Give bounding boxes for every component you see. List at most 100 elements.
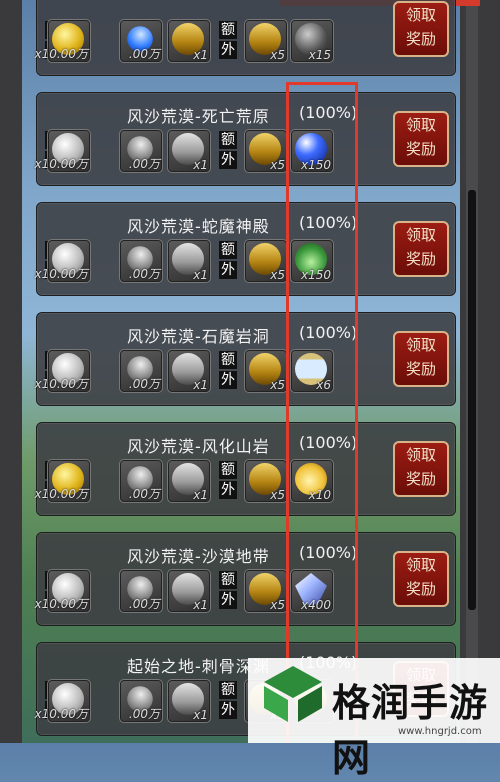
- card-title: 风沙荒漠-沙漠地带: [127, 547, 270, 566]
- reward-card: 风沙荒漠-死亡荒原(100%)基础额外x10.00万.00万x1x5x150领取…: [35, 92, 456, 186]
- extra-label-top: 额: [219, 21, 237, 39]
- reward-quantity: x5: [270, 268, 285, 282]
- reward-quantity: x1: [193, 158, 208, 172]
- claim-label-bottom: 奖励: [405, 140, 436, 158]
- reward-slot[interactable]: x5: [244, 129, 288, 173]
- reward-quantity: .00万: [128, 267, 160, 281]
- card-title: 风沙荒漠-死亡荒原: [127, 107, 270, 126]
- reward-quantity: x5: [270, 598, 285, 612]
- reward-quantity: .00万: [128, 487, 160, 501]
- reward-card: 风沙荒漠-风化山岩(100%)基础额外x10.00万.00万x1x5x10领取奖…: [35, 422, 456, 516]
- reward-quantity: x5: [270, 378, 285, 392]
- reward-slot[interactable]: x10.00万: [35, 459, 91, 503]
- card-title: 风沙荒漠-石魔岩洞: [127, 327, 270, 346]
- claim-label-bottom: 奖励: [405, 30, 436, 48]
- highlight-box: [286, 82, 358, 743]
- reward-slot[interactable]: x1: [167, 459, 211, 503]
- reward-quantity: x10.00万: [34, 157, 88, 171]
- reward-slot[interactable]: x1: [167, 569, 211, 613]
- reward-slot[interactable]: .00万: [119, 459, 163, 503]
- reward-quantity: .00万: [128, 597, 160, 611]
- reward-slot[interactable]: x10.00万: [35, 679, 91, 723]
- reward-card: 基础额外x10.00万.00万x1x5x15领取奖励: [35, 0, 456, 76]
- extra-label-top: 额: [219, 351, 237, 369]
- reward-quantity: x10.00万: [34, 267, 88, 281]
- reward-quantity: x5: [270, 48, 285, 62]
- reward-quantity: x10.00万: [34, 707, 88, 721]
- reward-slot[interactable]: x5: [244, 239, 288, 283]
- claim-reward-button[interactable]: 领取奖励: [393, 551, 449, 607]
- reward-quantity: x1: [193, 268, 208, 282]
- claim-reward-button[interactable]: 领取奖励: [393, 111, 449, 167]
- claim-reward-button[interactable]: 领取奖励: [393, 221, 449, 277]
- left-frame: [0, 0, 22, 743]
- reward-slot[interactable]: x1: [167, 19, 211, 63]
- reward-slot[interactable]: x10.00万: [35, 239, 91, 283]
- reward-card: 风沙荒漠-石魔岩洞(100%)基础额外x10.00万.00万x1x5x6领取奖励: [35, 312, 456, 406]
- reward-slot[interactable]: x5: [244, 349, 288, 393]
- extra-label-top: 额: [219, 571, 237, 589]
- reward-quantity: x10.00万: [34, 47, 88, 61]
- reward-quantity: x1: [193, 708, 208, 722]
- reward-slot[interactable]: .00万: [119, 569, 163, 613]
- claim-label-bottom: 奖励: [405, 580, 436, 598]
- reward-quantity: x10.00万: [34, 487, 88, 501]
- reward-slot[interactable]: .00万: [119, 239, 163, 283]
- claim-label-bottom: 奖励: [405, 470, 436, 488]
- extra-label-bottom: 外: [219, 261, 237, 279]
- scrollbar-thumb[interactable]: [468, 190, 476, 610]
- reward-quantity: x1: [193, 488, 208, 502]
- reward-quantity: x1: [193, 48, 208, 62]
- reward-quantity: x1: [193, 598, 208, 612]
- reward-slot[interactable]: x5: [244, 459, 288, 503]
- reward-quantity: x5: [270, 488, 285, 502]
- card-title: 风沙荒漠-蛇魔神殿: [127, 217, 270, 236]
- reward-slot[interactable]: .00万: [119, 19, 163, 63]
- extra-label-top: 额: [219, 681, 237, 699]
- claim-label-top: 领取: [405, 6, 436, 24]
- reward-slot[interactable]: x10.00万: [35, 129, 91, 173]
- reward-slot[interactable]: x1: [167, 239, 211, 283]
- watermark-url: www.hngrjd.com: [398, 726, 482, 737]
- claim-label-bottom: 奖励: [405, 250, 436, 268]
- extra-label-bottom: 外: [219, 151, 237, 169]
- reward-quantity: .00万: [128, 377, 160, 391]
- reward-slot[interactable]: x10.00万: [35, 569, 91, 613]
- extra-label-bottom: 外: [219, 41, 237, 59]
- card-title: 风沙荒漠-风化山岩: [127, 437, 270, 456]
- claim-label-top: 领取: [405, 336, 436, 354]
- reward-quantity: .00万: [128, 47, 160, 61]
- extra-label-bottom: 外: [219, 701, 237, 719]
- extra-label-bottom: 外: [219, 591, 237, 609]
- reward-card: 风沙荒漠-蛇魔神殿(100%)基础额外x10.00万.00万x1x5x150领取…: [35, 202, 456, 296]
- reward-quantity: x15: [308, 48, 331, 62]
- claim-reward-button[interactable]: 领取奖励: [393, 1, 449, 57]
- reward-quantity: x10.00万: [34, 597, 88, 611]
- reward-slot[interactable]: x10.00万: [35, 19, 91, 63]
- reward-quantity: .00万: [128, 157, 160, 171]
- reward-slot[interactable]: x1: [167, 129, 211, 173]
- extra-label-top: 额: [219, 241, 237, 259]
- reward-quantity: x1: [193, 378, 208, 392]
- claim-label-top: 领取: [405, 556, 436, 574]
- watermark: 格润手游网 www.hngrjd.com: [248, 658, 500, 780]
- reward-card: 风沙荒漠-沙漠地带(100%)基础额外x10.00万.00万x1x5x400领取…: [35, 532, 456, 626]
- claim-reward-button[interactable]: 领取奖励: [393, 331, 449, 387]
- reward-slot[interactable]: .00万: [119, 349, 163, 393]
- reward-slot[interactable]: x5: [244, 19, 288, 63]
- extra-label-top: 额: [219, 131, 237, 149]
- reward-slot[interactable]: x5: [244, 569, 288, 613]
- extra-label-bottom: 外: [219, 481, 237, 499]
- reward-slot[interactable]: x1: [167, 349, 211, 393]
- reward-slot[interactable]: x10.00万: [35, 349, 91, 393]
- watermark-logo-icon: [264, 666, 322, 722]
- reward-slot[interactable]: .00万: [119, 129, 163, 173]
- claim-label-top: 领取: [405, 116, 436, 134]
- reward-quantity: x5: [270, 158, 285, 172]
- claim-label-top: 领取: [405, 226, 436, 244]
- reward-quantity: .00万: [128, 707, 160, 721]
- reward-slot[interactable]: .00万: [119, 679, 163, 723]
- reward-slot[interactable]: x1: [167, 679, 211, 723]
- reward-slot[interactable]: x15: [290, 19, 334, 63]
- claim-reward-button[interactable]: 领取奖励: [393, 441, 449, 497]
